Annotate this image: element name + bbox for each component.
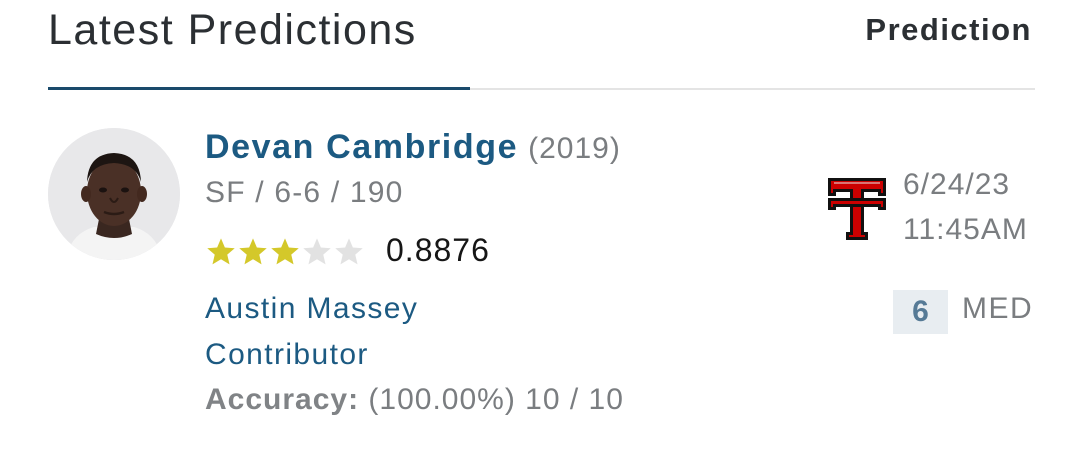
player-name-link[interactable]: Devan Cambridge	[205, 128, 518, 166]
prediction-column-header: Prediction	[865, 12, 1032, 47]
header-divider-accent	[48, 87, 470, 90]
prediction-time: 11:45AM	[903, 213, 1028, 246]
confidence-badge: 6	[893, 290, 948, 334]
player-heading: Devan Cambridge (2019)	[205, 128, 621, 167]
prediction-date: 6/24/23	[903, 168, 1011, 201]
player-photo-icon	[48, 128, 180, 260]
star-filled-icon	[207, 238, 235, 265]
accuracy-value: (100.00%) 10 / 10	[368, 383, 624, 416]
player-avatar[interactable]	[48, 128, 180, 260]
player-rating: 0.8876	[386, 232, 490, 268]
star-empty-icon	[335, 238, 363, 265]
predictor-accuracy: Accuracy: (100.00%) 10 / 10	[205, 383, 624, 417]
predictor-name-link[interactable]: Austin Massey	[205, 292, 418, 326]
texas-tech-logo-icon[interactable]	[826, 176, 888, 242]
accuracy-label: Accuracy:	[205, 383, 360, 416]
star-filled-icon	[271, 238, 299, 265]
confidence-level: MED	[962, 292, 1034, 325]
player-position-size: SF / 6-6 / 190	[205, 176, 404, 209]
star-filled-icon	[239, 238, 267, 265]
star-empty-icon	[303, 238, 331, 265]
predictor-role: Contributor	[205, 338, 369, 371]
star-rating	[205, 236, 365, 268]
page-title: Latest Predictions	[48, 6, 417, 54]
player-class-year: (2019)	[528, 132, 621, 165]
